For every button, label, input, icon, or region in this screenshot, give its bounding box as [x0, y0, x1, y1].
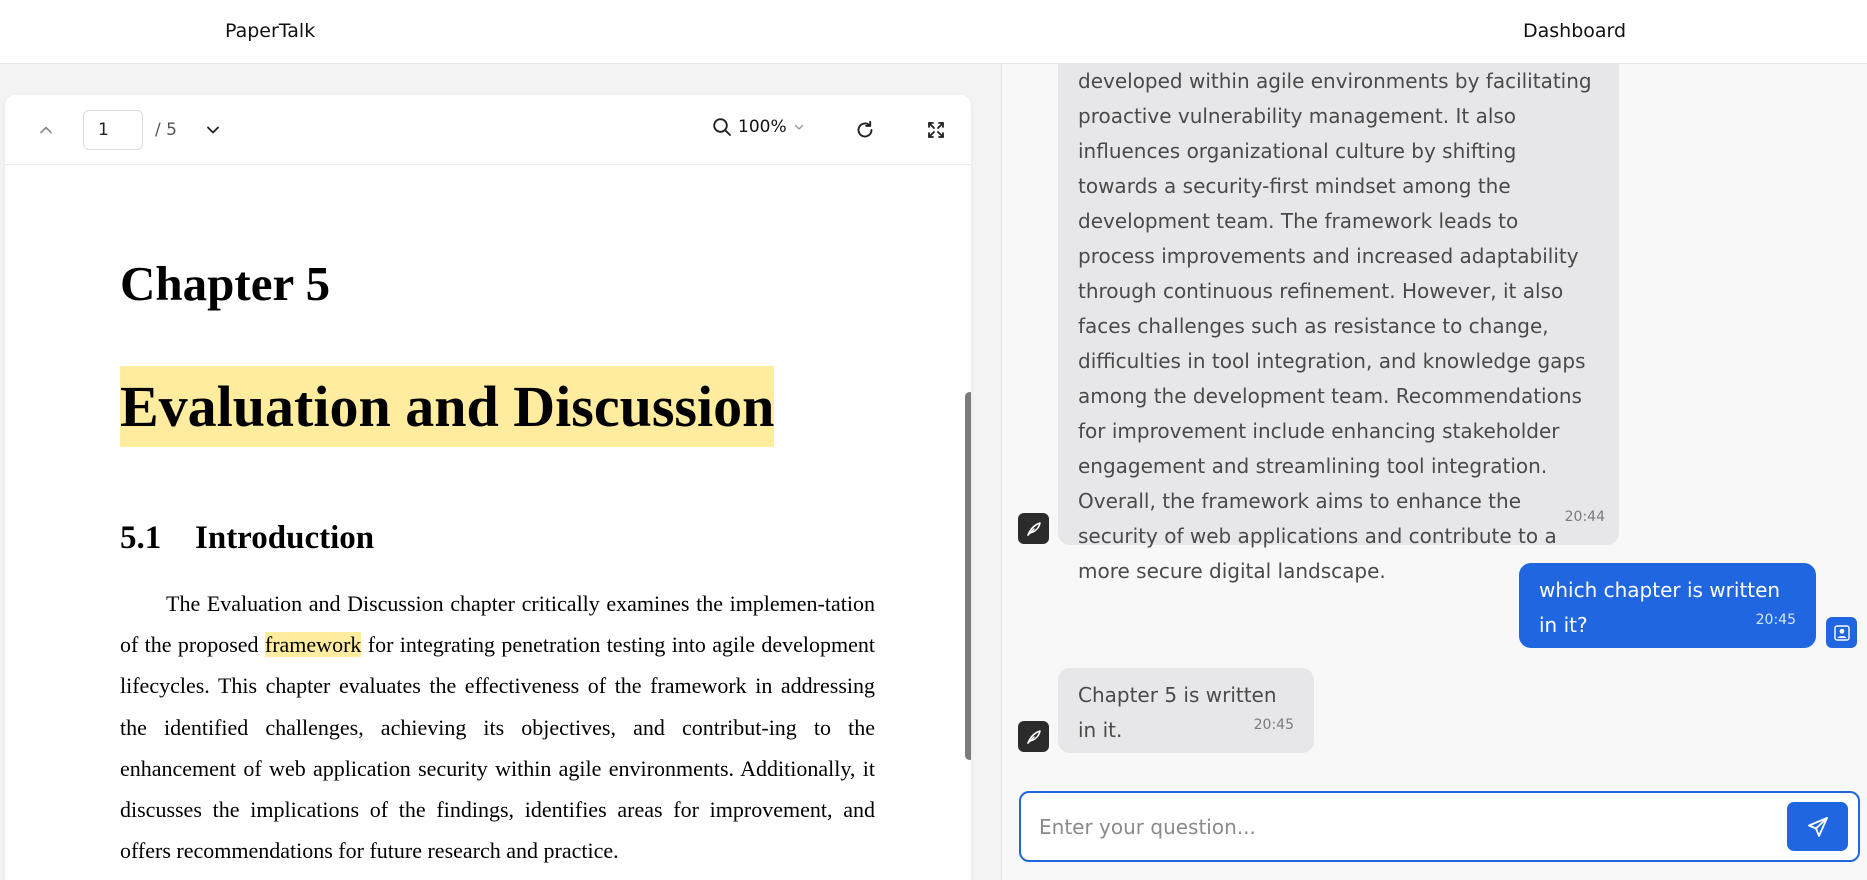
- intro-paragraph: The Evaluation and Discussion chapter cr…: [120, 583, 875, 871]
- page-total: / 5: [155, 120, 177, 140]
- paragraph-text-end: for integrating penetration testing into…: [120, 632, 875, 864]
- next-page-button[interactable]: [198, 115, 228, 145]
- user-icon: [1833, 624, 1850, 641]
- send-button[interactable]: [1787, 802, 1848, 851]
- message-text: developed within agile environments by f…: [1078, 69, 1592, 583]
- section-title: Introduction: [195, 520, 375, 556]
- brand-logo-text[interactable]: PaperTalk: [225, 20, 315, 42]
- chevron-up-icon: [40, 126, 52, 134]
- question-input[interactable]: [1039, 793, 1769, 860]
- question-input-box: [1019, 791, 1860, 862]
- highlighted-term: framework: [264, 632, 362, 658]
- viewer-scrollbar[interactable]: [965, 392, 971, 760]
- zoom-level: 100%: [738, 117, 787, 137]
- fullscreen-icon: [928, 122, 944, 138]
- user-message: which chapter is written in it? 20:45: [1519, 563, 1816, 648]
- pdf-page-content[interactable]: Chapter 5 Evaluation and Discussion 5.1 I…: [5, 165, 965, 880]
- message-time: 20:45: [1755, 612, 1796, 628]
- rotate-icon: [857, 120, 873, 138]
- chevron-down-icon: [207, 126, 219, 134]
- chevron-down-icon: [794, 124, 803, 130]
- feather-icon: [1026, 729, 1041, 744]
- user-avatar: [1826, 617, 1857, 648]
- bot-message: Chapter 5 is written in it. 20:45: [1058, 668, 1314, 753]
- fullscreen-button[interactable]: [921, 115, 951, 145]
- feather-icon: [1026, 521, 1041, 536]
- message-time: 20:44: [1564, 509, 1605, 525]
- bot-avatar: [1018, 721, 1049, 752]
- page-number-input[interactable]: [83, 110, 143, 150]
- top-nav: PaperTalk Dashboard: [0, 0, 1867, 64]
- viewer-toolbar: / 5 100%: [5, 95, 971, 165]
- bot-message: developed within agile environments by f…: [1058, 64, 1619, 583]
- send-icon: [1807, 816, 1828, 837]
- bot-avatar: [1018, 513, 1049, 544]
- chapter-heading: Chapter 5: [120, 256, 331, 311]
- message-time: 20:45: [1253, 717, 1294, 733]
- section-heading: 5.1 Introduction: [120, 520, 875, 557]
- previous-page-button[interactable]: [31, 115, 61, 145]
- nav-dashboard-link[interactable]: Dashboard: [1523, 20, 1626, 42]
- section-number: 5.1: [120, 520, 162, 556]
- zoom-control[interactable]: 100%: [712, 117, 805, 137]
- chapter-title-highlighted: Evaluation and Discussion: [120, 366, 775, 447]
- search-icon: [713, 118, 731, 136]
- rotate-button[interactable]: [850, 115, 880, 145]
- pdf-viewer: / 5 100% Chapter 5 Evaluation and Discus…: [5, 95, 971, 880]
- chat-panel: developed within agile environments by f…: [1001, 64, 1867, 880]
